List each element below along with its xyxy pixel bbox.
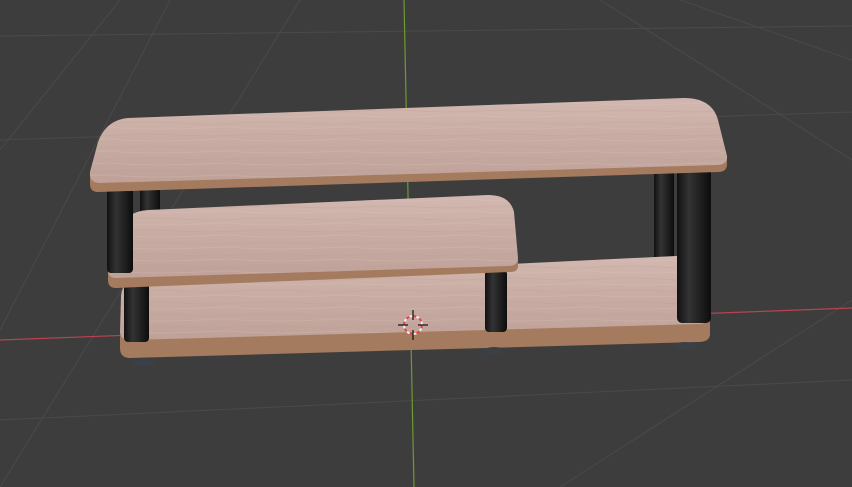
- middle-shelf: [107, 195, 519, 288]
- leg-upper-left: [107, 185, 133, 273]
- foot-front-left: [133, 359, 155, 367]
- leg-front-right: [677, 168, 711, 323]
- leg-lower-left: [124, 282, 149, 342]
- 3d-viewport[interactable]: [0, 0, 852, 487]
- foot-front-right: [674, 342, 696, 350]
- tv-stand-model[interactable]: [89, 98, 728, 367]
- leg-lower-middle: [485, 270, 507, 332]
- leg-back-right: [654, 168, 674, 268]
- foot-front-middle: [484, 347, 504, 355]
- top-shelf: [89, 98, 728, 192]
